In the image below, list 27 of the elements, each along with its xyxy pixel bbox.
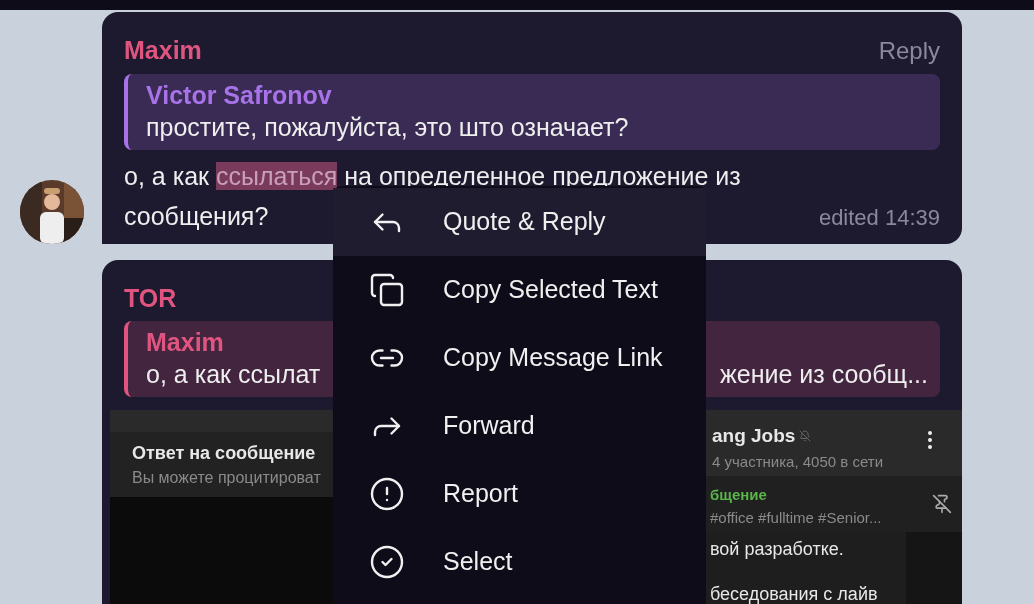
reply-link[interactable]: Reply bbox=[878, 33, 940, 69]
check-circle-icon bbox=[369, 544, 405, 580]
screenshot-text-line: вой разработке. bbox=[710, 538, 845, 561]
screenshot-text-line: беседования с лайв bbox=[710, 583, 879, 604]
quote-text: жение из сообщ... bbox=[720, 359, 928, 390]
menu-item[interactable]: Report bbox=[333, 460, 706, 528]
menu-item[interactable]: Copy Selected Text bbox=[333, 256, 706, 324]
copy-icon bbox=[369, 272, 405, 308]
quote-author: Maxim bbox=[146, 327, 224, 357]
chat-title: ang Jobs bbox=[712, 424, 796, 448]
quote-text: о, а как ссылат bbox=[146, 359, 321, 390]
menu-item[interactable]: Copy Message Link bbox=[333, 324, 706, 392]
chat-subtitle: 4 участника, 4050 в сети bbox=[712, 451, 884, 472]
menu-item[interactable]: Select bbox=[333, 528, 706, 596]
muted-icon bbox=[799, 430, 812, 443]
quote-text: простите, пожалуйста, это што означает? bbox=[146, 111, 629, 143]
edited-time: edited 14:39 bbox=[818, 203, 940, 232]
sender-name: TOR bbox=[124, 283, 177, 312]
screenshot-subtitle: Вы можете процитироват bbox=[132, 468, 321, 488]
sender-name: Maxim bbox=[124, 35, 202, 66]
quote-block[interactable]: Victor Safronov простите, пожалуйста, это што означает? bbox=[124, 73, 940, 150]
quote-author: Victor Safronov bbox=[146, 79, 332, 110]
pinned-text: #office #fulltime #Senior... bbox=[710, 507, 882, 528]
screenshot-title: Ответ на сообщение bbox=[132, 442, 313, 465]
menu-item[interactable]: Quote & Reply bbox=[333, 188, 706, 256]
alert-icon bbox=[369, 476, 405, 512]
pinned-label: бщение bbox=[710, 485, 768, 505]
